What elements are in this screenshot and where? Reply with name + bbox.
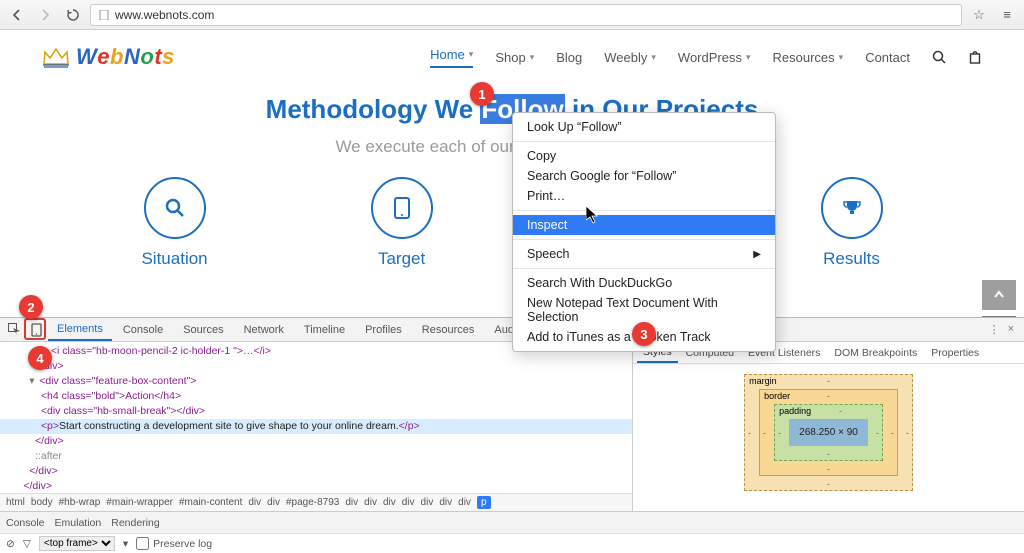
ctx-lookup[interactable]: Look Up “Follow” — [513, 117, 775, 137]
tab-network[interactable]: Network — [235, 320, 293, 340]
scroll-top-button[interactable] — [982, 280, 1016, 310]
feature-target[interactable]: Target — [371, 177, 433, 269]
box-model: margin - - - - border - - - - padding - — [633, 364, 1024, 511]
page-icon — [99, 10, 109, 20]
chevron-down-icon: ▾ — [469, 49, 474, 60]
clear-console-icon[interactable]: ⊘ — [6, 538, 15, 550]
url-text: www.webnots.com — [115, 8, 214, 22]
styles-panel: Styles Computed Event Listeners DOM Brea… — [632, 342, 1024, 511]
nav-weebly[interactable]: Weebly▾ — [604, 50, 656, 65]
menu-icon[interactable]: ≡ — [996, 4, 1018, 26]
highlight-box — [24, 318, 46, 340]
chevron-down-icon: ▾ — [746, 52, 751, 63]
bag-icon[interactable] — [968, 50, 982, 64]
bookmark-icon[interactable]: ☆ — [968, 4, 990, 26]
search-icon — [144, 177, 206, 239]
feature-results[interactable]: Results — [821, 177, 883, 269]
inspect-element-icon[interactable] — [4, 323, 24, 336]
more-icon[interactable]: ⋮ — [989, 323, 1000, 336]
tab-dom-breakpoints[interactable]: DOM Breakpoints — [828, 344, 923, 362]
console-toolbar: ⊘ ▽ <top frame> ▾ Preserve log — [0, 533, 1024, 553]
badge-1: 1 — [470, 82, 494, 106]
forward-button[interactable] — [34, 4, 56, 26]
console-drawer-tabs: Console Emulation Rendering — [0, 511, 1024, 533]
dom-tree[interactable]: ▸<i class="hb-moon-pencil-2 ic-holder-1 … — [0, 342, 632, 493]
badge-2: 2 — [19, 295, 43, 319]
badge-3: 3 — [632, 322, 656, 346]
ctx-search-google[interactable]: Search Google for “Follow” — [513, 166, 775, 186]
nav-home[interactable]: Home▾ — [430, 47, 473, 68]
nav-wordpress[interactable]: WordPress▾ — [678, 50, 751, 65]
context-menu: Look Up “Follow” Copy Search Google for … — [512, 112, 776, 352]
chevron-down-icon: ▾ — [839, 52, 844, 63]
nav-blog[interactable]: Blog — [556, 50, 582, 65]
nav-contact[interactable]: Contact — [865, 50, 910, 65]
ctx-duckduckgo[interactable]: Search With DuckDuckGo — [513, 273, 775, 293]
crown-icon — [42, 46, 70, 68]
tab-sources[interactable]: Sources — [174, 320, 232, 340]
search-icon[interactable] — [932, 50, 946, 64]
address-bar[interactable]: www.webnots.com — [90, 4, 962, 26]
devtools: Elements Console Sources Network Timelin… — [0, 317, 1024, 553]
dropdown-caret-icon: ▾ — [123, 538, 128, 550]
logo-text: WebNots — [76, 44, 175, 70]
nav-shop[interactable]: Shop▾ — [495, 50, 534, 65]
feature-situation[interactable]: Situation — [141, 177, 207, 269]
drawer-tab-console[interactable]: Console — [6, 517, 45, 529]
nav-resources[interactable]: Resources▾ — [773, 50, 844, 65]
ctx-speech[interactable]: Speech▶ — [513, 244, 775, 264]
side-buttons — [982, 280, 1016, 317]
chevron-down-icon: ▾ — [651, 52, 656, 63]
trophy-icon — [821, 177, 883, 239]
ctx-copy[interactable]: Copy — [513, 146, 775, 166]
tablet-icon — [371, 177, 433, 239]
tab-resources[interactable]: Resources — [413, 320, 484, 340]
site-header: WebNots Home▾ Shop▾ Blog Weebly▾ WordPre… — [0, 30, 1024, 80]
elements-panel: ▸<i class="hb-moon-pencil-2 ic-holder-1 … — [0, 342, 632, 511]
main-nav: Home▾ Shop▾ Blog Weebly▾ WordPress▾ Reso… — [430, 47, 982, 68]
tab-profiles[interactable]: Profiles — [356, 320, 411, 340]
chevron-down-icon: ▾ — [530, 52, 535, 63]
preserve-log-checkbox[interactable]: Preserve log — [136, 537, 212, 550]
execution-context-select[interactable]: <top frame> — [39, 536, 115, 551]
tab-timeline[interactable]: Timeline — [295, 320, 354, 340]
site-logo[interactable]: WebNots — [42, 44, 175, 70]
browser-toolbar: www.webnots.com ☆ ≡ — [0, 0, 1024, 30]
drawer-tab-rendering[interactable]: Rendering — [111, 517, 159, 529]
back-button[interactable] — [6, 4, 28, 26]
drawer-tab-emulation[interactable]: Emulation — [55, 517, 102, 529]
ctx-inspect[interactable]: Inspect — [513, 215, 775, 235]
filter-icon[interactable]: ▽ — [23, 538, 31, 550]
tab-elements[interactable]: Elements — [48, 319, 112, 341]
box-content-size: 268.250 × 90 — [789, 419, 868, 446]
close-icon[interactable]: × — [1008, 323, 1014, 336]
tab-properties[interactable]: Properties — [925, 344, 985, 362]
tab-console[interactable]: Console — [114, 320, 172, 340]
chevron-right-icon: ▶ — [753, 249, 761, 260]
reload-button[interactable] — [62, 4, 84, 26]
ctx-print[interactable]: Print… — [513, 186, 775, 206]
badge-4: 4 — [28, 346, 52, 370]
dom-breadcrumb[interactable]: html body #hb-wrap #main-wrapper #main-c… — [0, 493, 632, 511]
